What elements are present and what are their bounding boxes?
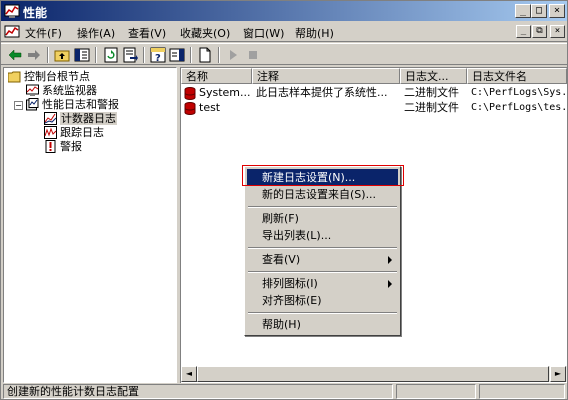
stop-log-icon[interactable] <box>245 47 261 63</box>
tree-item-alerts[interactable]: 警报 <box>44 139 82 154</box>
cell-log-filename: C:\PerfLogs\tes... <box>471 102 567 113</box>
menu-action[interactable]: 操作(A) <box>77 25 115 41</box>
menu-item-help[interactable]: 帮助(H) <box>247 316 398 333</box>
properties-pane-icon[interactable] <box>169 47 185 63</box>
status-text: 创建新的性能计数日志配置 <box>3 384 393 399</box>
submenu-arrow-icon <box>388 280 392 288</box>
status-pane <box>479 384 565 399</box>
cell-name: System... <box>199 86 251 99</box>
scroll-thumb[interactable] <box>197 366 549 382</box>
cell-log-filename: C:\PerfLogs\Sys... <box>471 87 567 98</box>
list-header: 名称 注释 日志文... 日志文件名 <box>181 68 567 84</box>
menu-separator <box>248 247 397 249</box>
menu-item-refresh[interactable]: 刷新(F) <box>247 210 398 227</box>
menu-separator <box>248 206 397 208</box>
tree-item-system-monitor[interactable]: 系统监视器 <box>26 84 97 98</box>
menu-window[interactable]: 窗口(W) <box>243 25 284 41</box>
title-bar[interactable]: 性能 _ □ × <box>1 1 567 21</box>
refresh-icon[interactable] <box>103 47 119 63</box>
window-title: 性能 <box>23 6 48 20</box>
perf-logs-alerts-icon <box>26 97 39 110</box>
cell-comment: 此日志样本提供了系统性... <box>256 86 388 99</box>
menu-bar: 文件(F) 操作(A) 查看(V) 收藏夹(O) 窗口(W) 帮助(H) _ ⧉… <box>1 21 567 42</box>
context-menu: 新建日志设置(N)... 新的日志设置来自(S)... 刷新(F) 导出列表(L… <box>244 166 401 336</box>
toolbar-separator <box>47 47 49 63</box>
menu-favorites[interactable]: 收藏夹(O) <box>180 25 230 41</box>
child-close-button[interactable]: × <box>550 25 565 38</box>
child-restore-button[interactable]: ⧉ <box>532 25 547 38</box>
minimize-button[interactable]: _ <box>515 4 531 18</box>
tree-item-counter-logs[interactable]: 计数器日志 <box>44 111 117 126</box>
toolbar-separator <box>190 47 192 63</box>
table-row[interactable]: test 二进制文件 C:\PerfLogs\tes... <box>181 100 567 116</box>
trace-log-icon <box>44 125 57 139</box>
menu-item-new-log-settings[interactable]: 新建日志设置(N)... <box>247 169 398 186</box>
help-icon[interactable]: ? <box>150 47 166 63</box>
tree-item-console-root[interactable]: 控制台根节点 <box>8 70 90 84</box>
menu-view[interactable]: 查看(V) <box>128 25 166 41</box>
cell-log-type: 二进制文件 <box>404 86 459 99</box>
menu-item-arrange-icons[interactable]: 排列图标(I) <box>247 275 398 292</box>
menu-help[interactable]: 帮助(H) <box>295 25 334 41</box>
tree-collapse-toggle[interactable]: − <box>14 101 23 110</box>
back-arrow-icon[interactable] <box>7 47 23 63</box>
column-header-log-filename[interactable]: 日志文件名 <box>467 68 567 84</box>
database-icon <box>184 87 196 100</box>
column-header-name[interactable]: 名称 <box>181 68 252 84</box>
svg-text:?: ? <box>155 53 161 63</box>
submenu-arrow-icon <box>388 256 392 264</box>
menu-item-new-log-settings-from[interactable]: 新的日志设置来自(S)... <box>247 186 398 203</box>
close-button[interactable]: × <box>549 4 565 18</box>
toolbar-separator <box>143 47 145 63</box>
system-monitor-icon <box>26 84 39 96</box>
menu-item-view-label: 查看(V) <box>262 253 301 266</box>
new-document-icon[interactable] <box>197 47 213 63</box>
maximize-button[interactable]: □ <box>531 4 547 18</box>
folder-icon <box>8 71 21 82</box>
column-header-log-type[interactable]: 日志文... <box>400 68 467 84</box>
forward-arrow-icon[interactable] <box>26 47 42 63</box>
scroll-left-button[interactable]: ◄ <box>181 366 197 382</box>
status-pane <box>396 384 476 399</box>
menu-file[interactable]: 文件(F) <box>25 25 62 41</box>
toolbar-separator <box>95 47 97 63</box>
cell-log-type: 二进制文件 <box>404 101 459 114</box>
column-header-comment[interactable]: 注释 <box>252 68 400 84</box>
mmc-window: 性能 _ □ × 文件(F) 操作(A) 查看(V) 收藏夹(O) 窗口(W) … <box>0 0 568 400</box>
up-folder-icon[interactable] <box>54 47 70 63</box>
scroll-right-button[interactable]: ► <box>550 366 566 382</box>
cell-name: test <box>199 101 221 114</box>
menu-item-arrange-icons-label: 排列图标(I) <box>262 277 318 290</box>
database-icon <box>184 102 196 115</box>
show-hide-tree-icon[interactable] <box>74 47 90 63</box>
counter-log-icon <box>44 111 57 125</box>
status-bar: 创建新的性能计数日志配置 <box>1 384 567 400</box>
tree-item-perf-logs-alerts[interactable]: 性能日志和警报 <box>26 97 119 112</box>
toolbar-separator <box>218 47 220 63</box>
menu-item-view[interactable]: 查看(V) <box>247 251 398 268</box>
menu-separator <box>248 312 397 314</box>
child-minimize-button[interactable]: _ <box>516 25 531 38</box>
performance-child-icon[interactable] <box>4 24 20 40</box>
table-row[interactable]: System... 此日志样本提供了系统性... 二进制文件 C:\PerfLo… <box>181 85 567 101</box>
console-tree: 控制台根节点 系统监视器 − 性能日志和警报 计数器日志 跟踪日志 警报 <box>3 67 177 383</box>
menu-item-export-list[interactable]: 导出列表(L)... <box>247 227 398 244</box>
menu-item-line-up-icons[interactable]: 对齐图标(E) <box>247 292 398 309</box>
alert-icon <box>45 139 56 153</box>
horizontal-scrollbar[interactable]: ◄ ► <box>181 366 567 382</box>
menu-separator <box>248 271 397 273</box>
start-log-icon[interactable] <box>225 47 241 63</box>
toolbar: ? <box>1 43 567 65</box>
export-list-icon[interactable] <box>122 47 138 63</box>
performance-app-icon <box>4 4 20 18</box>
tree-item-trace-logs[interactable]: 跟踪日志 <box>44 125 104 140</box>
